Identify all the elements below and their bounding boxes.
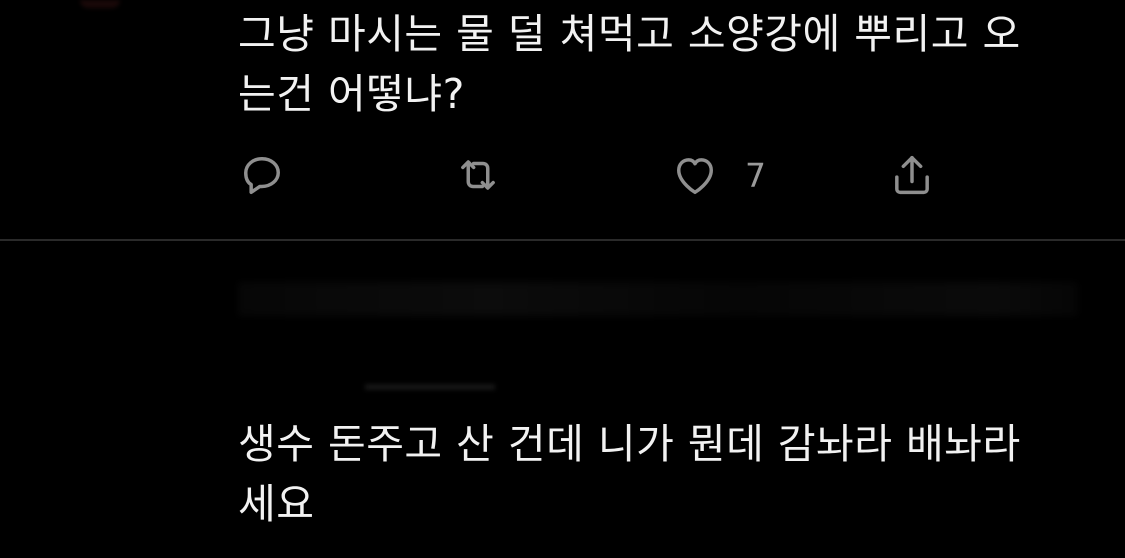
reply-button[interactable] bbox=[236, 145, 288, 205]
tweet-text-line: 생수 돈주고 산 건데 니가 뭔데 감놔라 배놔라 bbox=[238, 420, 1021, 468]
share-icon bbox=[895, 155, 929, 195]
share-button[interactable] bbox=[886, 145, 938, 205]
reply-icon bbox=[244, 157, 280, 195]
tweet-text: 생수 돈주고 산 건데 니가 뭔데 감놔라 배놔라 세요 bbox=[238, 414, 1098, 534]
like-count: 7 bbox=[745, 155, 766, 195]
tweet-action-bar: 7 bbox=[236, 145, 946, 205]
tweet-text: 그냥 마시는 물 덜 쳐먹고 소양강에 뿌리고 오 는건 어떻냐? bbox=[238, 4, 1098, 124]
retweet-icon bbox=[461, 160, 495, 190]
avatar[interactable] bbox=[80, 0, 120, 8]
tweet-text-line: 는건 어떻냐? bbox=[238, 70, 465, 118]
tweet-divider bbox=[0, 239, 1125, 241]
obscured-header bbox=[238, 282, 1078, 316]
heart-icon bbox=[677, 158, 713, 195]
tweet-text-line: 그냥 마시는 물 덜 쳐먹고 소양강에 뿌리고 오 bbox=[238, 10, 1021, 58]
obscured-detail bbox=[365, 384, 495, 390]
like-button[interactable]: 7 bbox=[669, 145, 766, 205]
retweet-button[interactable] bbox=[452, 145, 504, 205]
tweet-text-line: 세요 bbox=[238, 480, 315, 528]
